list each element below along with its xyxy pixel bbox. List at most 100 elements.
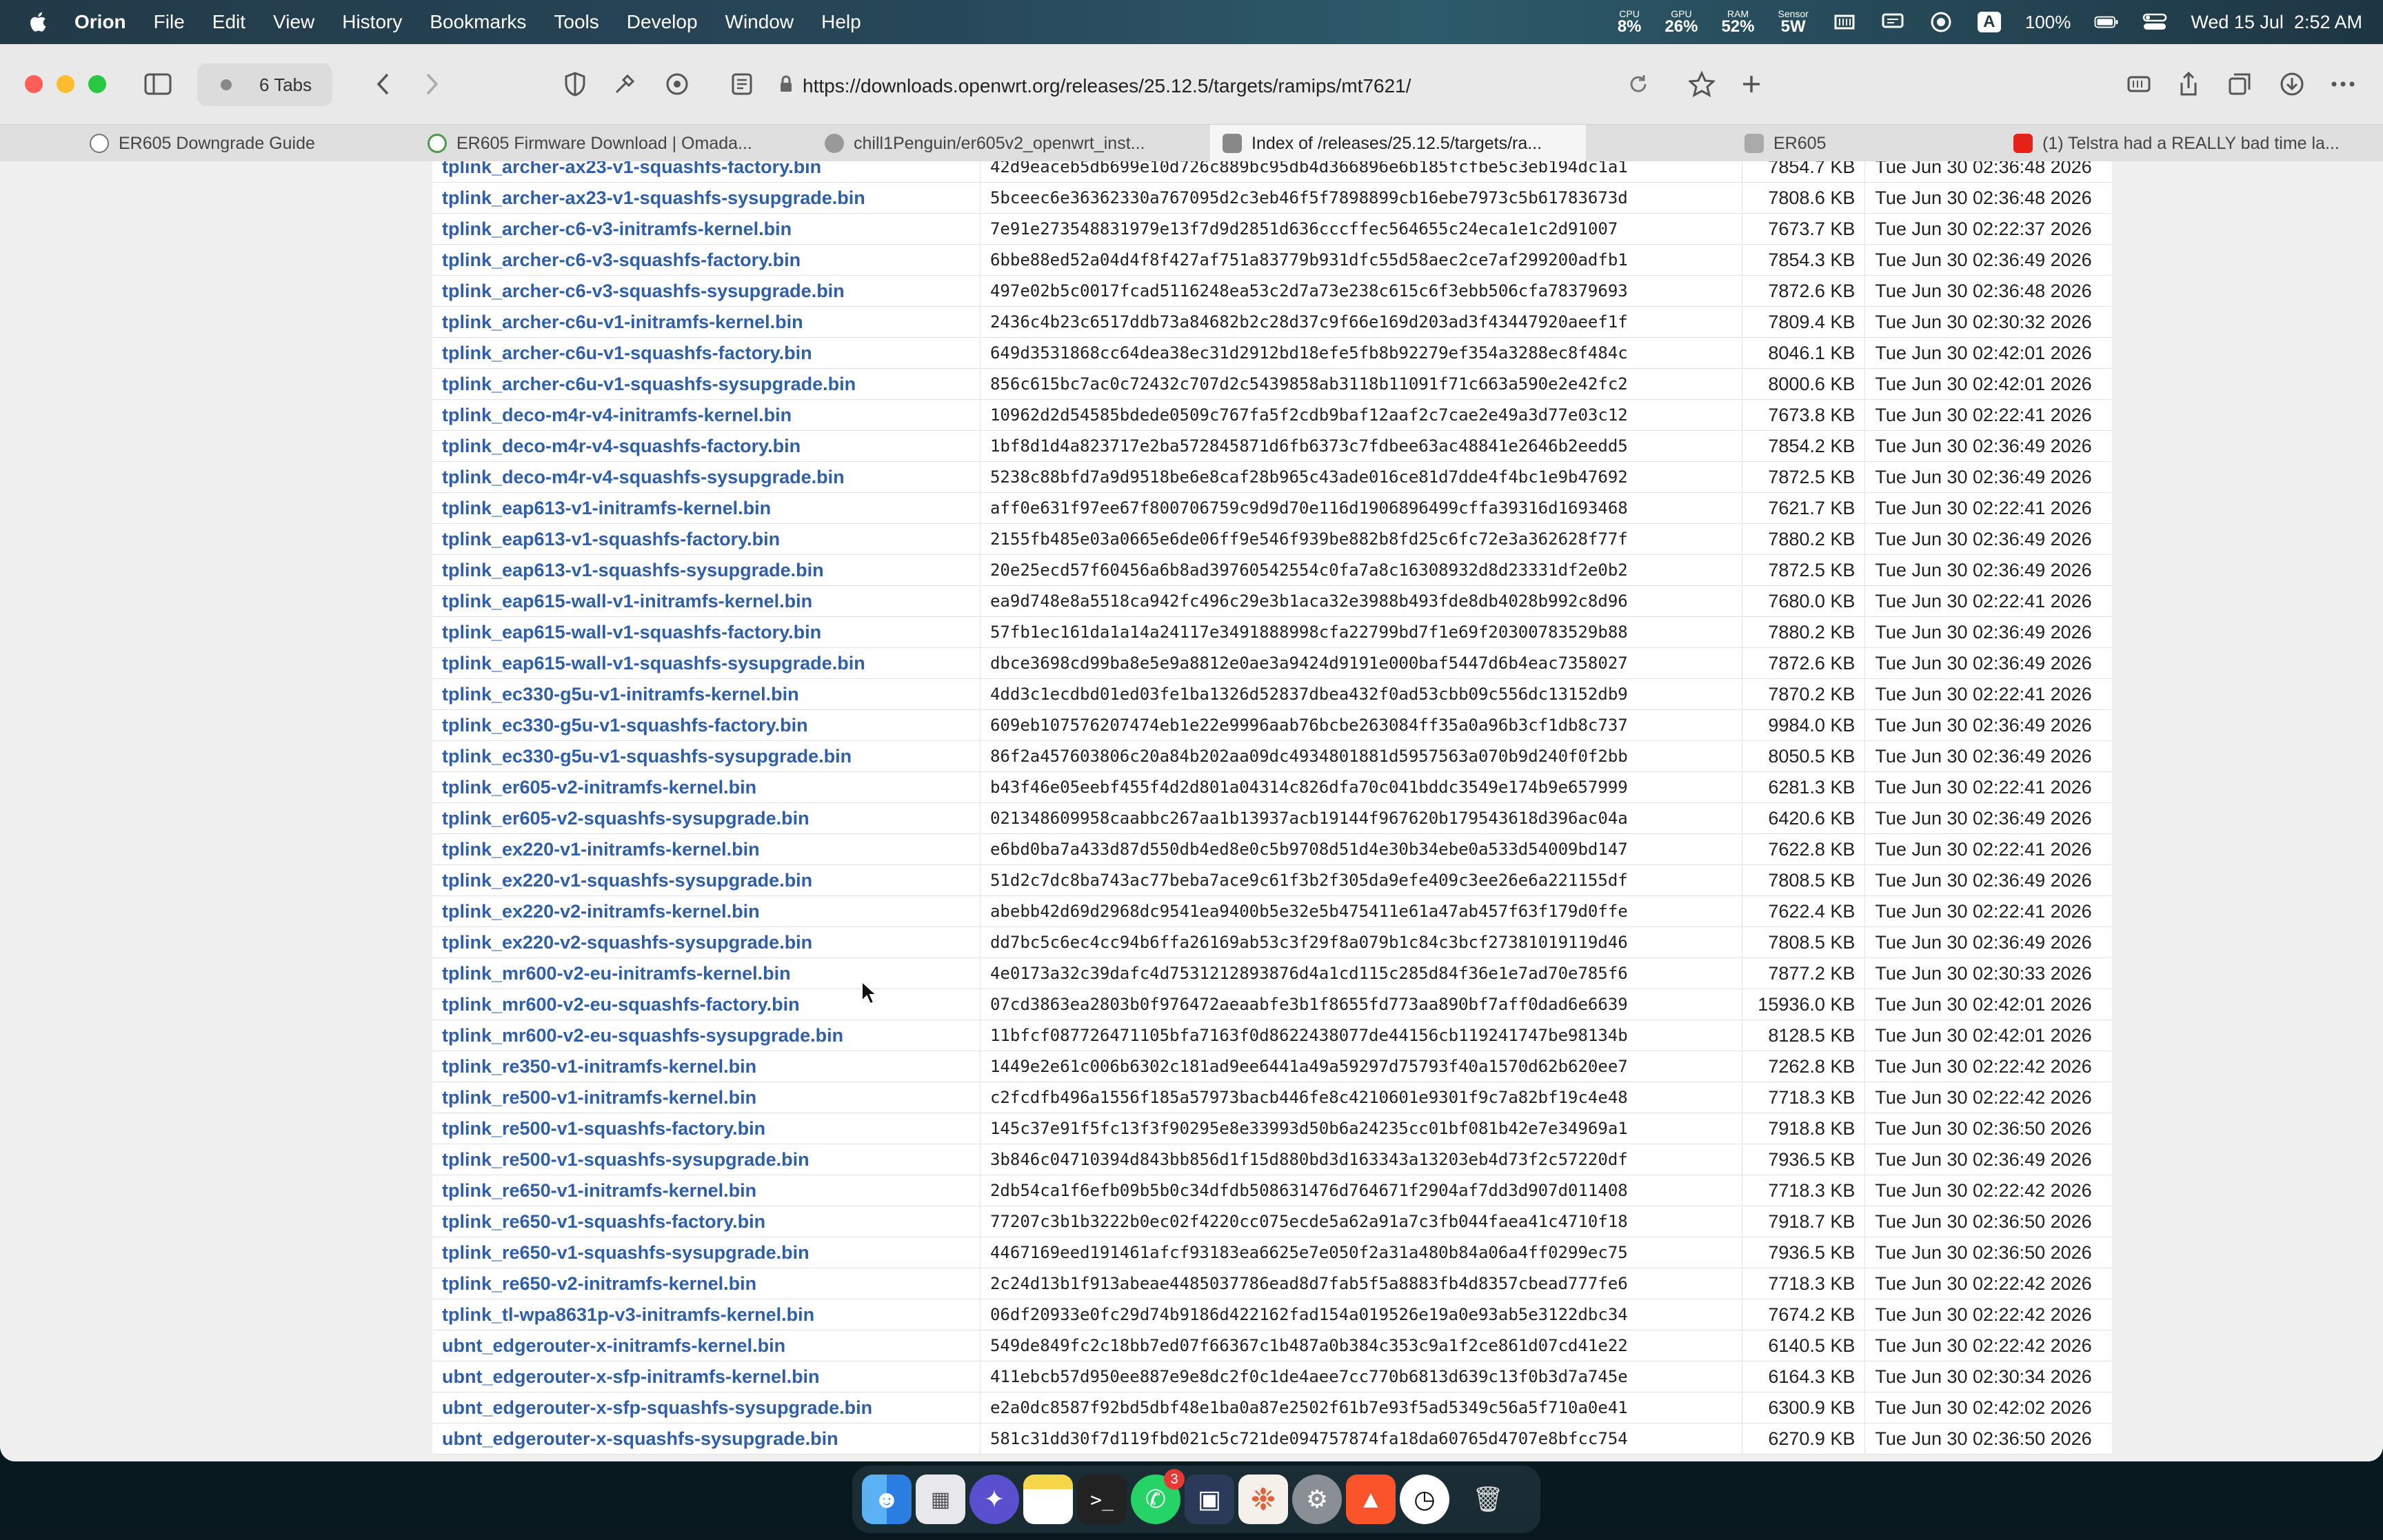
downloads-icon[interactable]	[2277, 69, 2307, 99]
forward-button[interactable]	[418, 69, 445, 99]
file-name-link[interactable]: tplink_deco-m4r-v4-squashfs-sysupgrade.b…	[432, 461, 981, 493]
file-name-link[interactable]: tplink_ex220-v1-initramfs-kernel.bin	[432, 833, 981, 865]
tab-youtube-video[interactable]: (1) Telstra had a REALLY bad time la...	[2013, 125, 2383, 162]
tab-er605-downgrade-guide[interactable]: ER605 Downgrade Guide	[90, 125, 393, 162]
back-button[interactable]	[370, 69, 397, 99]
file-name-link[interactable]: ubnt_edgerouter-x-sfp-initramfs-kernel.b…	[432, 1361, 981, 1392]
windows-icon[interactable]	[2224, 69, 2255, 99]
file-name-link[interactable]: tplink_tl-wpa8631p-v3-initramfs-kernel.b…	[432, 1299, 981, 1330]
terminal-icon[interactable]: >_	[1077, 1475, 1127, 1524]
settings-icon[interactable]: ⚙	[1292, 1475, 1342, 1524]
share-icon[interactable]	[2173, 69, 2204, 99]
file-name-link[interactable]: tplink_mr600-v2-eu-squashfs-factory.bin	[432, 989, 981, 1020]
close-window-button[interactable]	[25, 75, 43, 93]
control-center-icon[interactable]	[2142, 12, 2167, 32]
file-name-link[interactable]: tplink_archer-c6-v3-squashfs-sysupgrade.…	[432, 275, 981, 307]
file-name-link[interactable]: tplink_re350-v1-initramfs-kernel.bin	[432, 1051, 981, 1082]
trash-icon[interactable]: 🗑	[1463, 1475, 1513, 1524]
file-name-link[interactable]: tplink_eap613-v1-squashfs-factory.bin	[432, 523, 981, 555]
tab-github-repo[interactable]: chill1Penguin/er605v2_openwrt_inst...	[825, 125, 1163, 162]
reload-icon[interactable]	[1625, 69, 1652, 99]
tab-overview-button[interactable]: 6 Tabs	[197, 63, 332, 106]
file-name-link[interactable]: tplink_mr600-v2-eu-squashfs-sysupgrade.b…	[432, 1020, 981, 1051]
file-name-link[interactable]: tplink_deco-m4r-v4-squashfs-factory.bin	[432, 430, 981, 462]
tab-er605[interactable]: ER605	[1744, 125, 1951, 162]
file-name-link[interactable]: tplink_re500-v1-squashfs-factory.bin	[432, 1113, 981, 1144]
file-name-link[interactable]: tplink_ex220-v2-initramfs-kernel.bin	[432, 895, 981, 927]
focus-icon[interactable]	[1929, 12, 1953, 32]
menu-app-name[interactable]: Orion	[74, 11, 126, 33]
zoom-window-button[interactable]	[88, 75, 106, 93]
ram-stat[interactable]: RAM 52%	[1721, 9, 1754, 35]
file-name-link[interactable]: tplink_archer-c6u-v1-squashfs-sysupgrade…	[432, 368, 981, 400]
tools-icon[interactable]	[610, 69, 640, 99]
notes-icon[interactable]	[1023, 1475, 1073, 1524]
file-name-link[interactable]: tplink_archer-c6-v3-squashfs-factory.bin	[432, 244, 981, 276]
file-name-link[interactable]: tplink_ex220-v2-squashfs-sysupgrade.bin	[432, 926, 981, 958]
battery-icon[interactable]	[2094, 12, 2119, 32]
file-name-link[interactable]: tplink_eap615-wall-v1-squashfs-factory.b…	[432, 616, 981, 648]
file-name-link[interactable]: tplink_ec330-g5u-v1-squashfs-sysupgrade.…	[432, 740, 981, 772]
compass-icon[interactable]: ✦	[969, 1475, 1019, 1524]
gamepad-toolbar-icon[interactable]	[2124, 69, 2154, 99]
reader-icon[interactable]	[727, 69, 757, 99]
file-name-link[interactable]: tplink_er605-v2-initramfs-kernel.bin	[432, 771, 981, 803]
file-name-link[interactable]: tplink_eap615-wall-v1-squashfs-sysupgrad…	[432, 647, 981, 679]
file-name-link[interactable]: tplink_re650-v1-initramfs-kernel.bin	[432, 1175, 981, 1206]
menu-view[interactable]: View	[273, 11, 314, 33]
menu-edit[interactable]: Edit	[212, 11, 245, 33]
clock[interactable]: Wed 15 Jul 2:52 AM	[2191, 12, 2362, 33]
shield-icon[interactable]	[560, 69, 590, 99]
tab-er605-firmware-download[interactable]: ER605 Firmware Download | Omada...	[428, 125, 752, 162]
file-name-link[interactable]: tplink_archer-ax23-v1-squashfs-sysupgrad…	[432, 182, 981, 214]
finder-icon[interactable]: ☻	[862, 1475, 912, 1524]
menu-tools[interactable]: Tools	[554, 11, 599, 33]
file-name-link[interactable]: tplink_archer-c6-v3-initramfs-kernel.bin	[432, 213, 981, 245]
file-name-link[interactable]: tplink_re500-v1-squashfs-sysupgrade.bin	[432, 1144, 981, 1175]
file-name-link[interactable]: tplink_er605-v2-squashfs-sysupgrade.bin	[432, 802, 981, 834]
file-name-link[interactable]: ubnt_edgerouter-x-squashfs-sysupgrade.bi…	[432, 1423, 981, 1455]
file-name-link[interactable]: tplink_re650-v1-squashfs-sysupgrade.bin	[432, 1237, 981, 1268]
minimize-window-button[interactable]	[57, 75, 74, 93]
file-name-link[interactable]: tplink_archer-c6u-v1-squashfs-factory.bi…	[432, 337, 981, 369]
extension-icon[interactable]	[662, 69, 692, 99]
input-source-icon[interactable]: A	[1977, 12, 2002, 32]
clock-icon[interactable]: ◷	[1400, 1475, 1449, 1524]
file-name-link[interactable]: ubnt_edgerouter-x-initramfs-kernel.bin	[432, 1330, 981, 1361]
menu-file[interactable]: File	[154, 11, 185, 33]
sidebar-toggle-icon[interactable]	[141, 69, 175, 99]
file-name-link[interactable]: tplink_ec330-g5u-v1-squashfs-factory.bin	[432, 709, 981, 741]
burst-icon[interactable]: ❉	[1238, 1475, 1288, 1524]
file-name-link[interactable]: tplink_ec330-g5u-v1-initramfs-kernel.bin	[432, 678, 981, 710]
apple-logo-icon[interactable]	[26, 10, 51, 34]
file-name-link[interactable]: tplink_re650-v2-initramfs-kernel.bin	[432, 1268, 981, 1299]
file-name-link[interactable]: tplink_deco-m4r-v4-initramfs-kernel.bin	[432, 399, 981, 431]
more-menu-icon[interactable]	[2328, 69, 2358, 99]
file-name-link[interactable]: tplink_mr600-v2-eu-initramfs-kernel.bin	[432, 958, 981, 989]
whatsapp-icon[interactable]: ✆ 3	[1131, 1469, 1185, 1524]
brave-icon[interactable]: ▲	[1346, 1475, 1396, 1524]
battery-percent[interactable]: 100%	[2025, 12, 2071, 33]
launchpad-icon[interactable]: ▦	[916, 1475, 965, 1524]
file-name-link[interactable]: tplink_eap613-v1-initramfs-kernel.bin	[432, 492, 981, 524]
file-name-link[interactable]: tplink_ex220-v1-squashfs-sysupgrade.bin	[432, 864, 981, 896]
bookmark-star-icon[interactable]	[1687, 69, 1717, 99]
message-icon[interactable]	[1880, 12, 1905, 32]
sensor-stat[interactable]: Sensor 5W	[1778, 9, 1808, 35]
file-name-link[interactable]: tplink_archer-ax23-v1-squashfs-factory.b…	[432, 161, 981, 183]
menu-window[interactable]: Window	[725, 11, 794, 33]
file-name-link[interactable]: tplink_archer-c6u-v1-initramfs-kernel.bi…	[432, 306, 981, 338]
file-name-link[interactable]: tplink_re650-v1-squashfs-factory.bin	[432, 1206, 981, 1237]
menu-bookmarks[interactable]: Bookmarks	[430, 11, 526, 33]
gpu-stat[interactable]: GPU 26%	[1665, 9, 1698, 35]
gamepad-icon[interactable]	[1832, 12, 1857, 32]
file-name-link[interactable]: ubnt_edgerouter-x-sfp-squashfs-sysupgrad…	[432, 1392, 981, 1424]
address-bar[interactable]: https://downloads.openwrt.org/releases/2…	[779, 66, 1662, 106]
cpu-stat[interactable]: CPU 8%	[1618, 9, 1642, 35]
new-tab-icon[interactable]	[1736, 69, 1767, 99]
app-icon[interactable]: ▣	[1185, 1475, 1234, 1524]
menu-help[interactable]: Help	[821, 11, 861, 33]
file-name-link[interactable]: tplink_eap615-wall-v1-initramfs-kernel.b…	[432, 585, 981, 617]
menu-history[interactable]: History	[342, 11, 402, 33]
file-name-link[interactable]: tplink_re500-v1-initramfs-kernel.bin	[432, 1082, 981, 1113]
